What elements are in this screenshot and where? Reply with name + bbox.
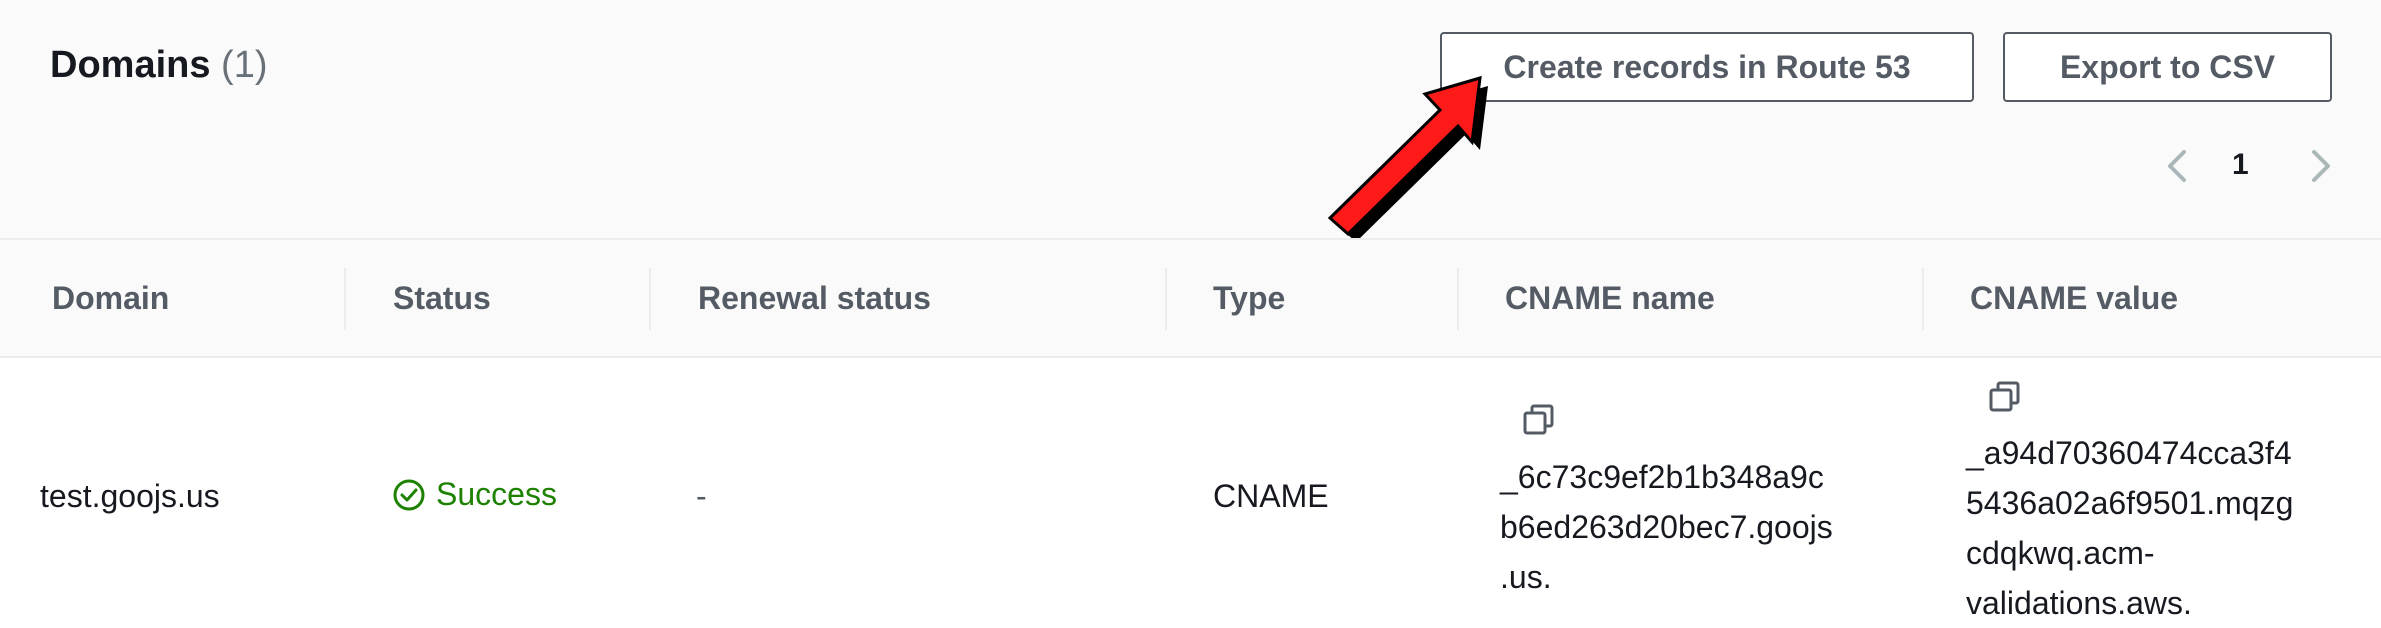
column-header-domain[interactable]: Domain — [52, 280, 169, 317]
cname-name-cell: _6c73c9ef2b1b348a9c b6ed263d20bec7.goojs… — [1500, 459, 1833, 595]
page-title: Domains (1) — [50, 44, 268, 87]
column-header-status[interactable]: Status — [393, 280, 491, 317]
status-text: Success — [436, 476, 557, 512]
table-column-headers: Domain Status Renewal status Type CNAME … — [0, 238, 2381, 358]
table-header-panel: Domains (1) Create records in Route 53 E… — [0, 0, 2381, 238]
red-arrow-annotation — [1327, 75, 1488, 240]
chevron-left-icon[interactable] — [2160, 148, 2196, 184]
column-header-cname-value[interactable]: CNAME value — [1970, 280, 2178, 317]
chevron-right-icon[interactable] — [2302, 148, 2338, 184]
column-divider[interactable] — [1457, 268, 1459, 330]
title-count: (1) — [221, 44, 268, 86]
status-cell: Success — [392, 476, 557, 513]
column-divider[interactable] — [1165, 268, 1167, 330]
column-header-type[interactable]: Type — [1213, 280, 1285, 317]
type-cell: CNAME — [1213, 478, 1329, 514]
column-header-cname-name[interactable]: CNAME name — [1505, 280, 1715, 317]
create-records-route53-button[interactable]: Create records in Route 53 — [1440, 32, 1974, 102]
title-text: Domains — [50, 44, 211, 86]
check-circle-icon — [393, 479, 425, 510]
pagination-current-page[interactable]: 1 — [2232, 148, 2249, 182]
column-divider[interactable] — [344, 268, 346, 330]
copy-icon[interactable] — [1522, 403, 1556, 437]
column-divider[interactable] — [649, 268, 651, 330]
export-to-csv-button[interactable]: Export to CSV — [2003, 32, 2332, 102]
domain-cell: test.goojs.us — [40, 478, 220, 514]
cname-value-cell: _a94d70360474cca3f4 5436a02a6f9501.mqzg … — [1966, 435, 2294, 621]
column-header-renewal-status[interactable]: Renewal status — [698, 280, 931, 317]
copy-icon[interactable] — [1988, 380, 2022, 414]
renewal-status-cell: - — [696, 478, 707, 514]
column-divider[interactable] — [1922, 268, 1924, 330]
